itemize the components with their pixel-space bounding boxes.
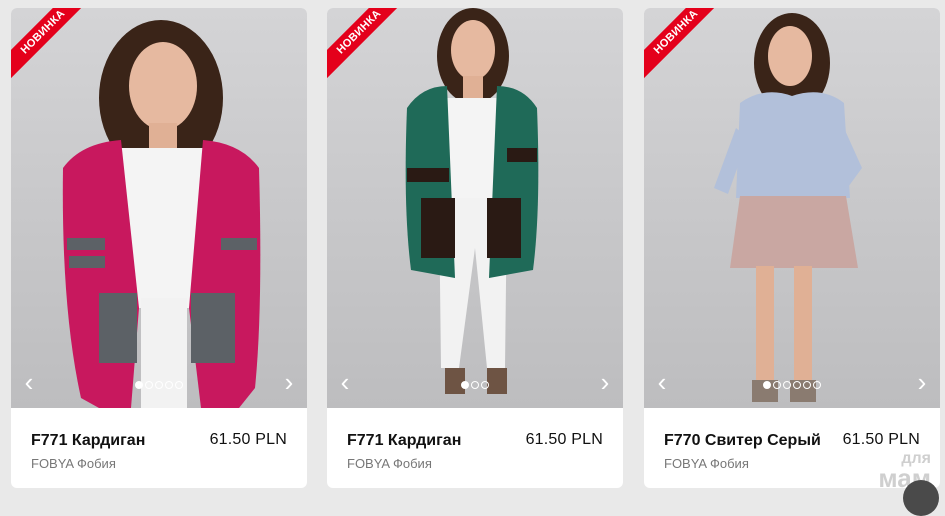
product-photo[interactable]: НОВИНКА ‹ › [11,8,307,408]
product-price: 61.50 PLN [842,431,920,448]
scroll-button[interactable] [903,480,939,516]
model-photo-image [405,8,539,394]
product-name[interactable]: F771 Кардиган [31,432,145,450]
product-brand[interactable]: FOBYA Фобия [31,456,116,471]
photo-dot[interactable] [461,381,469,389]
photo-pagination [11,376,307,394]
model-photo-image [714,13,862,402]
product-card[interactable]: НОВИНКА ‹ › F771 Кардиган 61.50 PLN FOBY… [327,8,623,488]
photo-dot[interactable] [145,381,153,389]
product-price: 61.50 PLN [525,431,603,448]
photo-dot[interactable] [471,381,479,389]
product-card[interactable]: НОВИНКА ‹ › F770 Свитер Серый 61.50 PLN … [644,8,940,488]
photo-dot[interactable] [813,381,821,389]
product-price: 61.50 PLN [209,431,287,448]
product-info: F771 Кардиган 61.50 PLN FOBYA Фобия [11,408,307,488]
product-brand[interactable]: FOBYA Фобия [347,456,432,471]
photo-dot[interactable] [155,381,163,389]
photo-dot[interactable] [773,381,781,389]
product-photo[interactable]: НОВИНКА ‹ › [327,8,623,408]
photo-dot[interactable] [165,381,173,389]
photo-dot[interactable] [481,381,489,389]
product-name[interactable]: F771 Кардиган [347,432,461,450]
product-photo[interactable]: НОВИНКА ‹ › [644,8,940,408]
photo-dot[interactable] [763,381,771,389]
photo-pagination [644,376,940,394]
photo-dot[interactable] [135,381,143,389]
photo-dot[interactable] [783,381,791,389]
photo-pagination [327,376,623,394]
product-name[interactable]: F770 Свитер Серый [664,432,821,450]
product-brand[interactable]: FOBYA Фобия [664,456,749,471]
product-info: F771 Кардиган 61.50 PLN FOBYA Фобия [327,408,623,488]
photo-dot[interactable] [175,381,183,389]
product-card[interactable]: НОВИНКА ‹ › F771 Кардиган 61.50 PLN FOBY… [11,8,307,488]
photo-dot[interactable] [803,381,811,389]
model-photo-image [62,20,261,408]
photo-dot[interactable] [793,381,801,389]
